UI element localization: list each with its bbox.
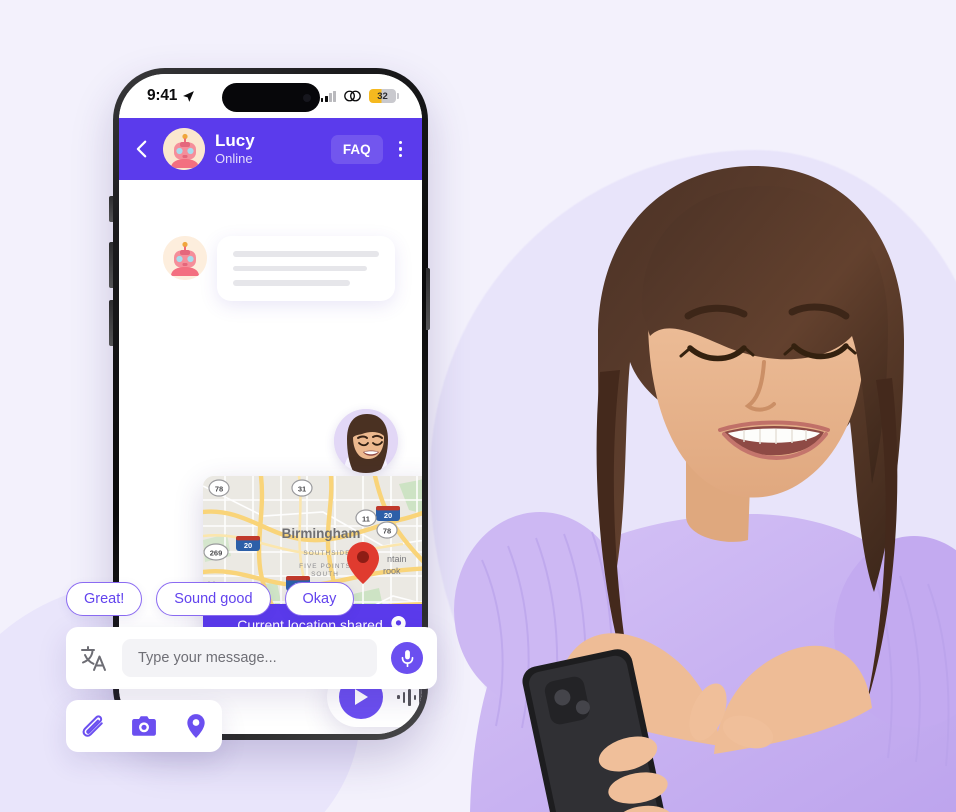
skeleton-line (233, 265, 368, 271)
microphone-icon[interactable] (391, 642, 423, 674)
status-time: 9:41 (147, 87, 178, 104)
route-shield: 78 (208, 479, 230, 497)
dynamic-island (221, 83, 320, 112)
attachment-bar (66, 700, 222, 752)
skeleton-line (233, 251, 379, 257)
contact-name: Lucy (215, 131, 255, 151)
camera-icon[interactable] (131, 713, 157, 739)
more-vertical-icon[interactable] (393, 137, 408, 161)
chat-header-text: Lucy Online (215, 131, 321, 166)
front-camera-icon (302, 93, 311, 102)
paperclip-icon[interactable] (79, 713, 105, 739)
cellular-signal-icon (320, 90, 336, 102)
quick-reply-chip[interactable]: Great! (66, 582, 143, 616)
waveform-bar (402, 691, 406, 703)
volume-up-button[interactable] (109, 242, 113, 288)
svg-text:31: 31 (298, 485, 306, 494)
svg-text:11: 11 (362, 515, 370, 524)
power-button[interactable] (426, 268, 430, 330)
bot-avatar-message (163, 236, 207, 280)
skeleton-line (233, 280, 350, 286)
waveform-bar (408, 688, 411, 706)
svg-text:FIVE POINTS: FIVE POINTS (299, 563, 351, 570)
battery-icon: 32 (369, 89, 399, 103)
link-icon (344, 90, 361, 102)
chat-header: Lucy Online FAQ (119, 118, 422, 180)
svg-text:269: 269 (210, 549, 223, 558)
status-bar-right: 32 (320, 89, 399, 103)
chevron-left-icon[interactable] (131, 138, 153, 160)
svg-text:ntain: ntain (387, 554, 407, 564)
location-share-card[interactable]: Birmingham SOUTHSIDE FIVE POINTS SOUTH I… (203, 476, 422, 646)
svg-text:78: 78 (383, 527, 391, 536)
svg-text:SOUTHSIDE: SOUTHSIDE (303, 550, 350, 557)
location-pin-icon[interactable] (183, 713, 209, 739)
translate-icon[interactable] (80, 644, 108, 672)
contact-status: Online (215, 150, 253, 166)
message-input-bar: Type your message... (66, 627, 437, 689)
highway-shield: 20 (236, 536, 260, 551)
route-shield: 269 (203, 543, 229, 561)
woman-photo (454, 166, 956, 812)
robot-avatar-icon (163, 236, 207, 280)
silent-switch[interactable] (109, 196, 113, 222)
bot-message-row (163, 236, 395, 301)
highway-shield: 20 (376, 506, 400, 521)
bot-avatar-header[interactable] (163, 128, 205, 170)
svg-text:20: 20 (244, 541, 252, 550)
waveform-bar (419, 686, 422, 708)
route-shield: 11 (355, 509, 377, 527)
bot-message-bubble (217, 236, 395, 301)
svg-text:rook: rook (383, 566, 401, 576)
svg-text:20: 20 (384, 511, 392, 520)
status-bar-left: 9:41 (147, 87, 195, 105)
route-shield: 31 (291, 479, 313, 497)
quick-reply-chips: Great! Sound good Okay (66, 582, 355, 616)
message-input-field[interactable]: Type your message... (122, 639, 377, 677)
svg-text:SOUTH: SOUTH (311, 571, 339, 578)
faq-button[interactable]: FAQ (330, 134, 383, 164)
volume-down-button[interactable] (109, 300, 113, 346)
waveform-bar (397, 695, 400, 699)
location-arrow-icon (183, 90, 195, 102)
quick-reply-chip[interactable]: Sound good (156, 582, 271, 616)
robot-avatar-icon (163, 128, 205, 170)
waveform-bar (413, 694, 417, 700)
user-photo-avatar (334, 409, 398, 473)
svg-text:Birmingham: Birmingham (282, 526, 361, 541)
quick-reply-chip[interactable]: Okay (284, 582, 355, 616)
svg-text:78: 78 (215, 485, 223, 494)
status-bar: 9:41 32 (119, 74, 422, 118)
user-avatar-image (334, 409, 398, 473)
route-shield: 78 (376, 521, 398, 539)
